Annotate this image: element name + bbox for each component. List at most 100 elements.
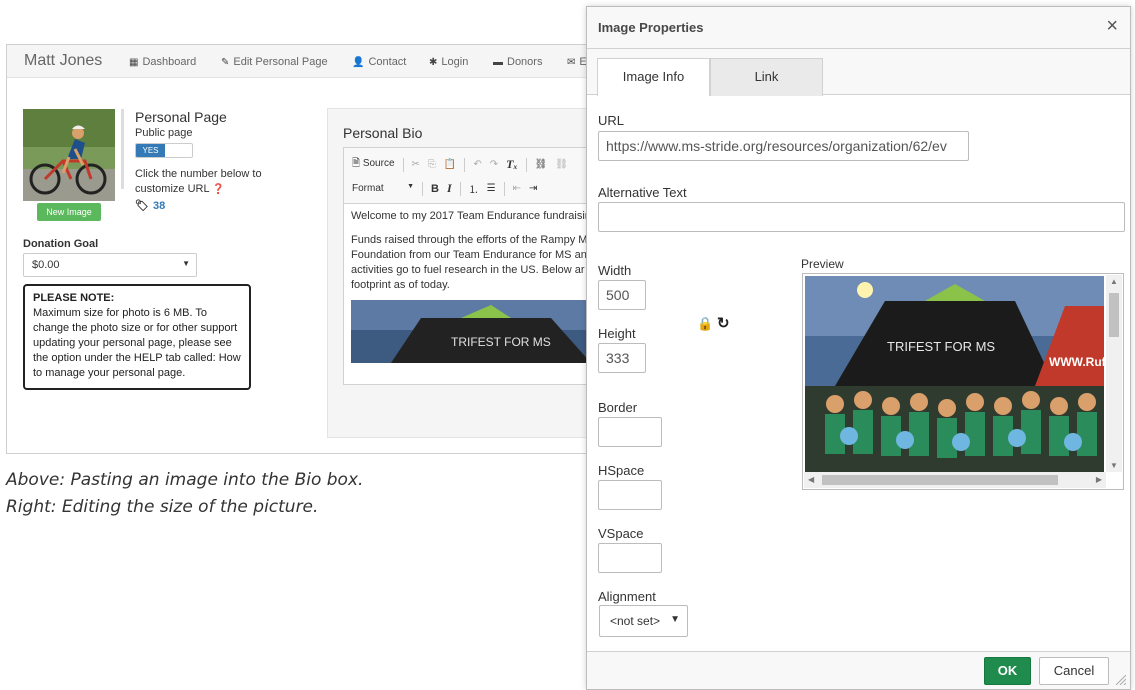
border-label: Border [598,400,638,415]
nav-contact[interactable]: 👤 Contact [352,56,406,68]
new-image-button[interactable]: New Image [37,203,101,221]
link-icon[interactable]: ⛓ [535,159,548,170]
nav-edit-personal-page[interactable]: ✎ Edit Personal Page [221,56,328,68]
bio-paragraph: Funds raised through the efforts of the … [351,234,588,291]
bio-editor: 🗎 Source ✂ ⎘ 📋 ↶ ↷ Tₓ ⛓ ⛓ Format ▼ B I ⒈… [343,147,605,385]
alt-text-input[interactable] [598,202,1125,232]
resize-grip-icon[interactable] [1116,675,1126,685]
alignment-select[interactable]: <not set> ▼ [599,605,688,637]
nav-dashboard[interactable]: ▦ Dashboard [129,56,196,68]
nav-e[interactable]: ✉ E [567,56,587,68]
user-icon: 👤 [352,56,365,68]
close-icon[interactable]: × [1106,16,1118,36]
tabs-bar: Image Info Link [587,49,1130,96]
url-input[interactable]: https://www.ms-stride.org/resources/orga… [598,131,969,161]
vspace-label: VSpace [598,526,644,541]
question-circle-icon[interactable]: ❓ [212,184,224,195]
tab-image-info[interactable]: Image Info [597,58,710,96]
scroll-up-icon[interactable]: ▲ [1110,277,1118,286]
dialog-footer: OK Cancel [587,651,1130,689]
bio-paragraph: Welcome to my 2017 Team Endurance fundra… [351,210,589,222]
grid-icon: ▦ [129,56,139,68]
source-icon: 🗎 [352,158,361,169]
scroll-down-icon[interactable]: ▼ [1110,461,1118,470]
width-input[interactable]: 500 [598,280,646,310]
lock-icon[interactable]: 🔒 [697,316,713,332]
navbar: Matt Jones ▦ Dashboard ✎ Edit Personal Pag… [7,45,605,78]
background-page: Matt Jones ▦ Dashboard ✎ Edit Personal Pag… [6,44,606,454]
cut-icon[interactable]: ✂ [412,159,420,170]
pencil-icon: ✎ [221,56,230,68]
redo-icon[interactable]: ↷ [490,159,498,170]
remove-format-icon[interactable]: Tₓ [506,157,517,172]
dialog-header: Image Properties × [587,7,1130,49]
undo-icon[interactable]: ↶ [473,159,481,170]
donation-goal-label: Donation Goal [23,238,99,250]
height-label: Height [598,326,636,341]
brand-name[interactable]: Matt Jones [24,52,102,70]
preview-horizontal-scrollbar[interactable]: ◀ ▶ [804,472,1106,488]
vspace-input[interactable] [598,543,662,573]
source-button[interactable]: 🗎 Source [352,156,395,173]
format-dropdown[interactable]: Format ▼ [352,183,414,194]
hspace-input[interactable] [598,480,662,510]
personal-bio-card: Personal Bio 🗎 Source ✂ ⎘ 📋 ↶ ↷ Tₓ ⛓ ⛓ F… [327,108,605,438]
caret-down-icon: ▼ [407,183,414,190]
public-page-toggle[interactable]: YES [135,143,193,158]
cancel-button[interactable]: Cancel [1039,657,1109,685]
italic-icon[interactable]: I [447,181,452,196]
personal-page-title: Personal Page [135,109,227,125]
border-input[interactable] [598,417,662,447]
nav-donors[interactable]: ▬ Donors [493,56,542,68]
ok-button[interactable]: OK [984,657,1031,685]
numbered-list-icon[interactable]: ⒈ [469,181,479,196]
preview-banner-text-2: WWW.Rufu [1049,355,1104,369]
paste-icon[interactable]: 📋 [444,159,456,170]
alt-text-label: Alternative Text [598,185,687,200]
public-page-label: Public page [135,127,193,139]
unlink-icon[interactable]: ⛓ [555,159,568,170]
donation-goal-select[interactable]: $0.00 ▼ [23,253,197,277]
alignment-label: Alignment [598,589,656,604]
preview-label: Preview [801,257,844,271]
note-body: Maximum size for photo is 6 MB. To chang… [33,307,241,379]
envelope-icon: ✉ [567,56,576,68]
customize-url-hint: Click the number below to customize URL … [135,168,262,195]
outdent-icon[interactable]: ⇤ [513,183,521,194]
profile-photo [23,109,115,201]
toggle-on-label: YES [136,144,165,157]
preview-banner-text: TRIFEST FOR MS [887,339,995,354]
caption-right: Right: Editing the size of the picture. [6,497,319,517]
height-input[interactable]: 333 [598,343,646,373]
tab-link[interactable]: Link [710,58,823,96]
please-note-box: PLEASE NOTE: Maximum size for photo is 6… [23,284,251,390]
caret-down-icon: ▼ [670,614,680,625]
toolbar-row-1: 🗎 Source ✂ ⎘ 📋 ↶ ↷ Tₓ ⛓ ⛓ [352,156,568,173]
scroll-left-icon[interactable]: ◀ [808,475,814,484]
page-number-link[interactable]: 🏷 38 [135,199,165,212]
note-title: PLEASE NOTE: [33,292,115,304]
preview-vertical-scrollbar[interactable]: ▲ ▼ [1106,275,1122,472]
bio-content[interactable]: Welcome to my 2017 Team Endurance fundra… [351,209,605,293]
bio-pasted-image[interactable]: TRIFEST FOR MS [351,300,601,363]
bio-banner-text: TRIFEST FOR MS [451,335,551,349]
width-label: Width [598,263,632,278]
image-properties-dialog: Image Properties × Image Info Link URL h… [586,6,1131,690]
indent-icon[interactable]: ⇥ [529,183,537,194]
scroll-right-icon[interactable]: ▶ [1096,475,1102,484]
preview-box: TRIFEST FOR MS WWW.Rufu [802,273,1124,490]
bulleted-list-icon[interactable]: ☰ [487,183,496,194]
caret-down-icon: ▼ [182,259,190,268]
hspace-label: HSpace [598,463,645,478]
personal-bio-title: Personal Bio [343,125,423,141]
divider [121,109,124,189]
tag-icon: 🏷 [135,200,149,212]
nav-login[interactable]: ✱ Login [429,56,468,68]
reset-size-icon[interactable]: ↻ [717,314,730,332]
dialog-title: Image Properties [598,20,704,35]
bold-icon[interactable]: B [431,183,439,195]
preview-image: TRIFEST FOR MS WWW.Rufu [805,276,1104,472]
copy-icon[interactable]: ⎘ [428,159,436,170]
asterisk-icon: ✱ [429,56,438,68]
editor-toolbar: 🗎 Source ✂ ⎘ 📋 ↶ ↷ Tₓ ⛓ ⛓ Format ▼ B I ⒈… [344,148,605,204]
